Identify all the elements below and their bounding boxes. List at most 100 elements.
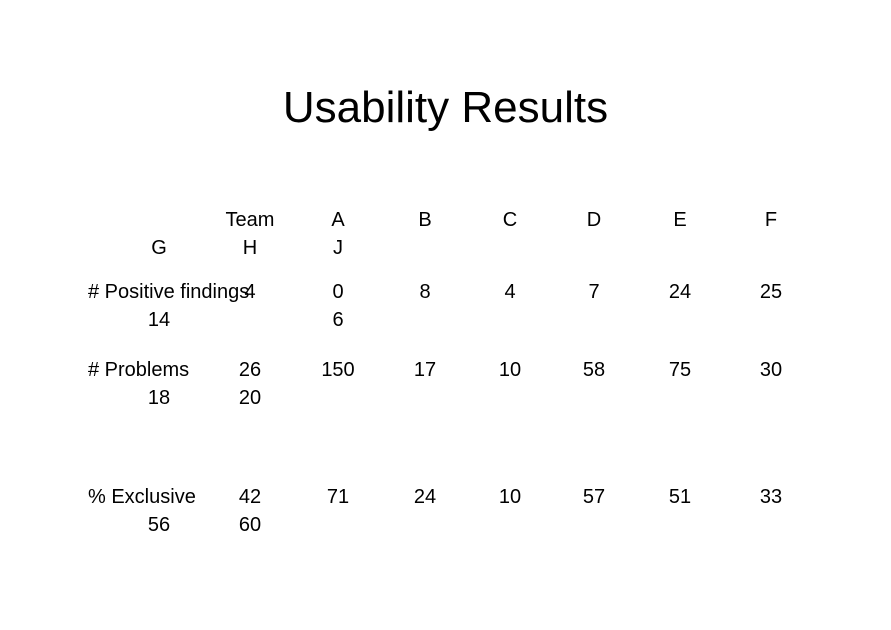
- cell-value-line2: [382, 511, 468, 539]
- cell-problems-e: 75: [636, 356, 724, 483]
- row-label-line1: # Problems: [88, 359, 190, 381]
- cell-problems-f: 30: [724, 356, 818, 483]
- cell-value-line2: [636, 384, 724, 412]
- row-label-line1: % Exclusive: [88, 486, 196, 508]
- cell-exclusive-team: 42 60: [206, 483, 294, 553]
- cell-value-line2: [468, 306, 552, 334]
- header-cell-c: C: [468, 206, 552, 278]
- cell-value-line2: [724, 384, 818, 412]
- cell-value-line1: 51: [668, 486, 692, 508]
- cell-value-line2: [382, 384, 468, 412]
- cell-value-line2: 20: [238, 387, 262, 409]
- header-a-line2: J: [333, 237, 343, 259]
- cell-problems-team: 26 20: [206, 356, 294, 483]
- header-cell-label: G: [78, 206, 206, 278]
- cell-value-line1: 24: [413, 486, 437, 508]
- slide-canvas: Usability Results G Team H A J B C D E F…: [0, 0, 891, 630]
- cell-value-line1: 58: [582, 359, 606, 381]
- header-cell-d: D: [552, 206, 636, 278]
- header-label-line2: G: [151, 237, 167, 259]
- cell-value-line1: 0: [332, 281, 344, 303]
- cell-value-line2: [636, 306, 724, 334]
- row-label-line2: 18: [147, 387, 171, 409]
- cell-positive-d: 7: [552, 278, 636, 356]
- header-e-line2: [636, 234, 724, 262]
- row-label-line2: 56: [147, 514, 171, 536]
- page-title: Usability Results: [282, 83, 609, 132]
- cell-positive-b: 8: [382, 278, 468, 356]
- row-label-line1: # Positive findings: [88, 281, 250, 303]
- header-cell-b: B: [382, 206, 468, 278]
- header-f-line1: F: [764, 209, 778, 231]
- cell-exclusive-f: 33: [724, 483, 818, 553]
- header-cell-a: A J: [294, 206, 382, 278]
- cell-value-line2: [636, 511, 724, 539]
- row-label-exclusive: % Exclusive 56: [78, 483, 206, 553]
- header-d-line1: D: [586, 209, 602, 231]
- cell-positive-a: 0 6: [294, 278, 382, 356]
- cell-value-line2: [724, 511, 818, 539]
- cell-value-line1: 75: [668, 359, 692, 381]
- cell-problems-b: 17: [382, 356, 468, 483]
- table-row: % Exclusive 56 42 60 71 24 10 57 51 33: [78, 483, 818, 553]
- cell-exclusive-a: 71: [294, 483, 382, 553]
- cell-value-line1: 25: [759, 281, 783, 303]
- header-cell-team: Team H: [206, 206, 294, 278]
- header-c-line1: C: [502, 209, 518, 231]
- header-cell-e: E: [636, 206, 724, 278]
- cell-exclusive-d: 57: [552, 483, 636, 553]
- header-d-line2: [552, 234, 636, 262]
- cell-problems-c: 10: [468, 356, 552, 483]
- cell-problems-d: 58: [552, 356, 636, 483]
- cell-value-line1: 71: [326, 486, 350, 508]
- cell-value-line2: [206, 306, 294, 334]
- header-team-line2: H: [242, 237, 258, 259]
- cell-exclusive-e: 51: [636, 483, 724, 553]
- cell-value-line2: [724, 306, 818, 334]
- row-label-problems: # Problems 18: [78, 356, 206, 483]
- header-team-line1: Team: [225, 209, 275, 231]
- cell-value-line1: 57: [582, 486, 606, 508]
- header-a-line1: A: [331, 209, 345, 231]
- header-e-line1: E: [673, 209, 687, 231]
- header-b-line2: [382, 234, 468, 262]
- cell-value-line1: 26: [238, 359, 262, 381]
- header-c-line2: [468, 234, 552, 262]
- table-row: # Problems 18 26 20 150 17 10 58 75 30: [78, 356, 818, 483]
- cell-value-line1: 10: [498, 359, 522, 381]
- cell-value-line2: [294, 384, 382, 412]
- cell-value-line2: 60: [238, 514, 262, 536]
- cell-exclusive-c: 10: [468, 483, 552, 553]
- cell-positive-f: 25: [724, 278, 818, 356]
- row-label-line2: 14: [147, 309, 171, 331]
- cell-value-line2: [294, 511, 382, 539]
- usability-results-table: G Team H A J B C D E F # Positive findin…: [78, 206, 818, 553]
- cell-value-line1: 17: [413, 359, 437, 381]
- cell-value-line2: [552, 511, 636, 539]
- cell-value-line2: [468, 384, 552, 412]
- cell-exclusive-b: 24: [382, 483, 468, 553]
- table-row: # Positive findings 14 4 0 6 8 4 7 24 25: [78, 278, 818, 356]
- header-cell-f: F: [724, 206, 818, 278]
- cell-value-line1: 7: [588, 281, 600, 303]
- table-header-row: G Team H A J B C D E F: [78, 206, 818, 278]
- header-b-line1: B: [418, 209, 432, 231]
- cell-value-line1: 8: [419, 281, 431, 303]
- cell-problems-a: 150: [294, 356, 382, 483]
- cell-value-line1: 4: [504, 281, 516, 303]
- cell-value-line1: 24: [668, 281, 692, 303]
- cell-value-line2: 6: [332, 309, 344, 331]
- cell-positive-c: 4: [468, 278, 552, 356]
- cell-value-line1: 10: [498, 486, 522, 508]
- cell-value-line1: 30: [759, 359, 783, 381]
- cell-value-line2: [552, 306, 636, 334]
- cell-value-line2: [468, 511, 552, 539]
- cell-value-line1: 42: [238, 486, 262, 508]
- cell-value-line1: 33: [759, 486, 783, 508]
- header-f-line2: [724, 234, 818, 262]
- cell-value-line2: [382, 306, 468, 334]
- row-label-positive-findings: # Positive findings 14: [78, 278, 250, 356]
- cell-value-line1: 150: [321, 359, 355, 381]
- cell-positive-e: 24: [636, 278, 724, 356]
- cell-value-line2: [552, 384, 636, 412]
